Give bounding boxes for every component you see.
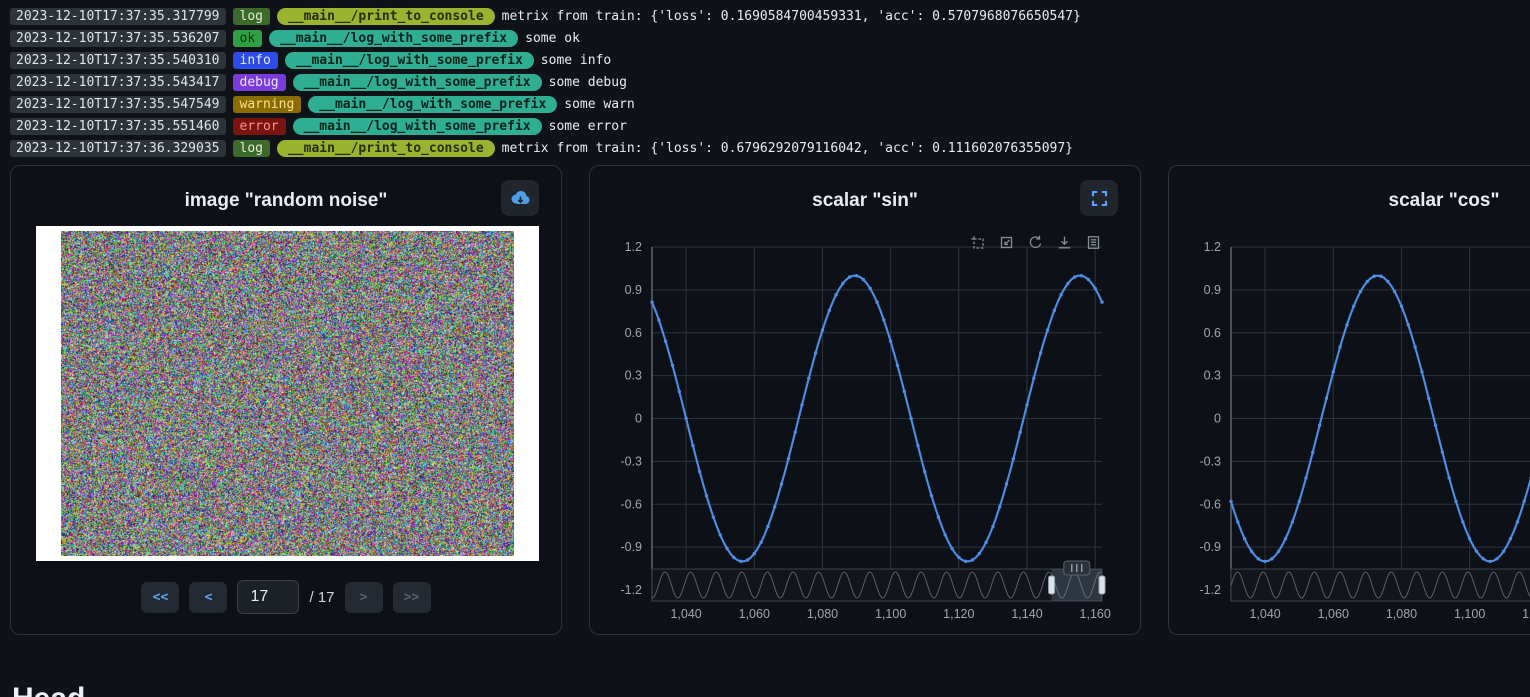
svg-text:0: 0 (635, 412, 642, 426)
svg-text:1.2: 1.2 (1204, 240, 1221, 254)
panels-row: image "random noise" << < / 17 > (10, 165, 1530, 635)
app-root: 2023-12-10T17:37:35.317799 log __main__/… (0, 0, 1530, 697)
svg-text:1,040: 1,040 (1249, 607, 1280, 621)
log-level-badge: error (233, 118, 286, 135)
svg-text:-0.3: -0.3 (1199, 454, 1221, 468)
log-timestamp: 2023-12-10T17:37:35.547549 (10, 96, 226, 113)
svg-text:0.9: 0.9 (1204, 283, 1221, 297)
log-message: some info (541, 53, 611, 68)
image-panel: image "random noise" << < / 17 > (10, 165, 562, 635)
svg-text:1,100: 1,100 (1454, 607, 1485, 621)
svg-text:-0.6: -0.6 (1199, 497, 1221, 511)
svg-text:1,080: 1,080 (807, 607, 838, 621)
log-level-badge: info (233, 52, 278, 69)
svg-text:0.6: 0.6 (1204, 326, 1221, 340)
log-timestamp: 2023-12-10T17:37:35.551460 (10, 118, 226, 135)
svg-text:1,120: 1,120 (943, 607, 974, 621)
log-module-badge: __main__/print_to_console (277, 140, 495, 157)
restore-icon[interactable] (1027, 234, 1044, 251)
svg-text:1,120: 1,120 (1522, 607, 1530, 621)
svg-text:-0.9: -0.9 (620, 540, 642, 554)
cloud-download-icon (508, 188, 532, 208)
noise-image (61, 231, 514, 556)
fullscreen-icon (1090, 189, 1109, 208)
svg-text:1,060: 1,060 (739, 607, 770, 621)
log-timestamp: 2023-12-10T17:37:35.317799 (10, 8, 226, 25)
log-message: some error (549, 119, 627, 134)
chart-toolbox (969, 234, 1102, 251)
log-level-badge: debug (233, 74, 286, 91)
log-message: metrix from train: {'loss': 0.1690584700… (502, 9, 1081, 24)
log-level-badge: log (233, 8, 270, 25)
log-line: 2023-12-10T17:37:36.329035 log __main__/… (10, 139, 1081, 157)
noise-image-frame (36, 226, 539, 561)
svg-text:-0.3: -0.3 (620, 454, 642, 468)
save-image-icon[interactable] (1056, 234, 1073, 251)
svg-text:-0.6: -0.6 (620, 497, 642, 511)
log-line: 2023-12-10T17:37:35.536207 ok __main__/l… (10, 29, 1081, 47)
log-line: 2023-12-10T17:37:35.551460 error __main_… (10, 117, 1081, 135)
line-chart[interactable]: 1.2 0.9 0.6 0.3 0 -0.3 -0.6 -0.9 -1.2 1,040 1,060 1… (1169, 166, 1530, 636)
prev-page-button[interactable]: < (189, 582, 227, 613)
log-timestamp: 2023-12-10T17:37:36.329035 (10, 140, 226, 157)
log-timestamp: 2023-12-10T17:37:35.536207 (10, 30, 226, 47)
svg-text:1,080: 1,080 (1386, 607, 1417, 621)
svg-text:1,140: 1,140 (1011, 607, 1042, 621)
page-heading: Head (12, 682, 85, 697)
svg-text:0.6: 0.6 (625, 326, 642, 340)
log-level-badge: log (233, 140, 270, 157)
area-zoom-icon[interactable] (969, 234, 986, 251)
log-level-badge: ok (233, 30, 263, 47)
panel-title: image "random noise" (11, 190, 561, 212)
log-message: metrix from train: {'loss': 0.6796292079… (502, 141, 1073, 156)
svg-text:1,040: 1,040 (670, 607, 701, 621)
log-module-badge: __main__/log_with_some_prefix (308, 96, 557, 113)
svg-text:-1.2: -1.2 (620, 583, 642, 597)
scalar-sin-panel: 1.2 0.9 0.6 0.3 0 -0.3 -0.6 -0.9 -1.2 1,040 1,060 1… (589, 165, 1141, 635)
zoom-reset-icon[interactable] (998, 234, 1015, 251)
data-view-icon[interactable] (1085, 234, 1102, 251)
log-line: 2023-12-10T17:37:35.540310 info __main__… (10, 51, 1081, 69)
svg-text:1,160: 1,160 (1080, 607, 1111, 621)
log-line: 2023-12-10T17:37:35.543417 debug __main_… (10, 73, 1081, 91)
log-module-badge: __main__/log_with_some_prefix (293, 74, 542, 91)
pagination: << < / 17 > >> (11, 580, 561, 614)
log-line: 2023-12-10T17:37:35.317799 log __main__/… (10, 7, 1081, 25)
svg-text:0.3: 0.3 (1204, 369, 1221, 383)
svg-text:-0.9: -0.9 (1199, 540, 1221, 554)
log-line: 2023-12-10T17:37:35.547549 warning __mai… (10, 95, 1081, 113)
log-module-badge: __main__/log_with_some_prefix (293, 118, 542, 135)
svg-text:-1.2: -1.2 (1199, 583, 1221, 597)
log-level-badge: warning (233, 96, 302, 113)
first-page-button[interactable]: << (141, 582, 179, 613)
log-module-badge: __main__/log_with_some_prefix (285, 52, 534, 69)
scalar-cos-panel: 1.2 0.9 0.6 0.3 0 -0.3 -0.6 -0.9 -1.2 1,040 1,060 1… (1168, 165, 1530, 635)
panel-title: scalar "sin" (590, 190, 1140, 212)
svg-text:1.2: 1.2 (625, 240, 642, 254)
page-number-input[interactable] (237, 580, 299, 614)
log-message: some warn (564, 97, 634, 112)
svg-text:0.3: 0.3 (625, 369, 642, 383)
log-list: 2023-12-10T17:37:35.317799 log __main__/… (10, 7, 1081, 157)
last-page-button[interactable]: >> (393, 582, 431, 613)
svg-text:1,100: 1,100 (875, 607, 906, 621)
svg-text:0.9: 0.9 (625, 283, 642, 297)
log-timestamp: 2023-12-10T17:37:35.543417 (10, 74, 226, 91)
log-module-badge: __main__/log_with_some_prefix (269, 30, 518, 47)
svg-text:0: 0 (1214, 412, 1221, 426)
next-page-button[interactable]: > (345, 582, 383, 613)
download-image-button[interactable] (501, 180, 539, 216)
panel-title: scalar "cos" (1169, 190, 1530, 212)
log-message: some debug (549, 75, 627, 90)
svg-text:1,060: 1,060 (1318, 607, 1349, 621)
log-message: some ok (525, 31, 580, 46)
page-total-label: / 17 (309, 589, 334, 606)
log-timestamp: 2023-12-10T17:37:35.540310 (10, 52, 226, 69)
log-module-badge: __main__/print_to_console (277, 8, 495, 25)
fullscreen-button[interactable] (1080, 180, 1118, 216)
